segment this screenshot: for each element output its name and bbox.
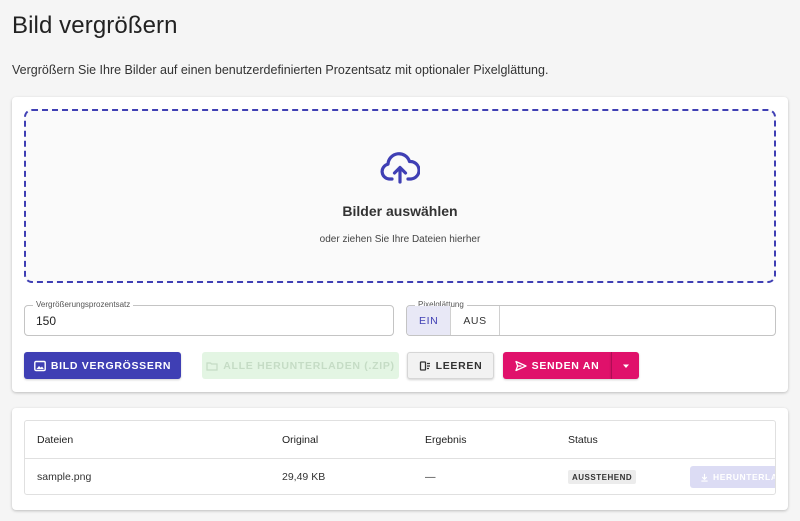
header-result: Ergebnis [425, 434, 467, 446]
download-icon [701, 473, 708, 482]
smoothing-toggle: EIN AUS [407, 306, 500, 335]
dropzone-title: Bilder auswählen [342, 203, 458, 219]
cell-file: sample.png [37, 471, 92, 483]
page-description: Vergrößern Sie Ihre Bilder auf einen ben… [12, 63, 549, 77]
caret-down-icon [622, 364, 629, 368]
files-card: Dateien Original Ergebnis Status sample.… [12, 408, 788, 510]
download-all-button[interactable]: ALLE HERUNTERLADEN (.ZIP) [202, 352, 399, 379]
header-status: Status [568, 434, 598, 446]
dropzone-subtitle: oder ziehen Sie Ihre Dateien hierher [319, 234, 481, 245]
files-table: Dateien Original Ergebnis Status sample.… [24, 420, 776, 495]
send-options-button[interactable] [611, 352, 639, 379]
cell-result: — [425, 471, 436, 483]
smoothing-off-button[interactable]: AUS [451, 306, 500, 335]
folder-icon [206, 361, 218, 371]
cell-original: 29,49 KB [282, 471, 326, 483]
header-files: Dateien [37, 434, 74, 446]
enlarge-label: BILD VERGRÖSSERN [50, 359, 172, 372]
clear-button[interactable]: LEEREN [407, 352, 494, 379]
percent-label: Vergrößerungsprozentsatz [33, 300, 134, 310]
clear-list-icon [419, 360, 430, 371]
row-download-label: HERUNTERLADEN [713, 472, 775, 482]
status-badge: AUSSTEHEND [568, 470, 637, 484]
download-all-label: ALLE HERUNTERLADEN (.ZIP) [223, 359, 395, 372]
send-icon [514, 360, 527, 371]
page-title: Bild vergrößern [12, 12, 178, 39]
cloud-upload-icon [380, 152, 420, 184]
send-button[interactable]: SENDEN AN [503, 352, 611, 379]
header-original: Original [282, 434, 319, 446]
send-label: SENDEN AN [531, 359, 600, 372]
percent-field[interactable]: Vergrößerungsprozentsatz 150 [24, 300, 394, 336]
upload-card: Bilder auswählen oder ziehen Sie Ihre Da… [12, 97, 788, 392]
row-download-button[interactable]: HERUNTERLADEN [690, 466, 775, 488]
percent-input[interactable]: 150 [36, 314, 56, 328]
smoothing-field: Pixelglättung EIN AUS [406, 300, 776, 336]
smoothing-on-button[interactable]: EIN [407, 306, 452, 335]
image-icon [33, 360, 46, 371]
dropzone[interactable]: Bilder auswählen oder ziehen Sie Ihre Da… [24, 109, 776, 283]
clear-label: LEEREN [435, 359, 483, 372]
enlarge-button[interactable]: BILD VERGRÖSSERN [24, 352, 181, 379]
table-divider [25, 458, 775, 459]
